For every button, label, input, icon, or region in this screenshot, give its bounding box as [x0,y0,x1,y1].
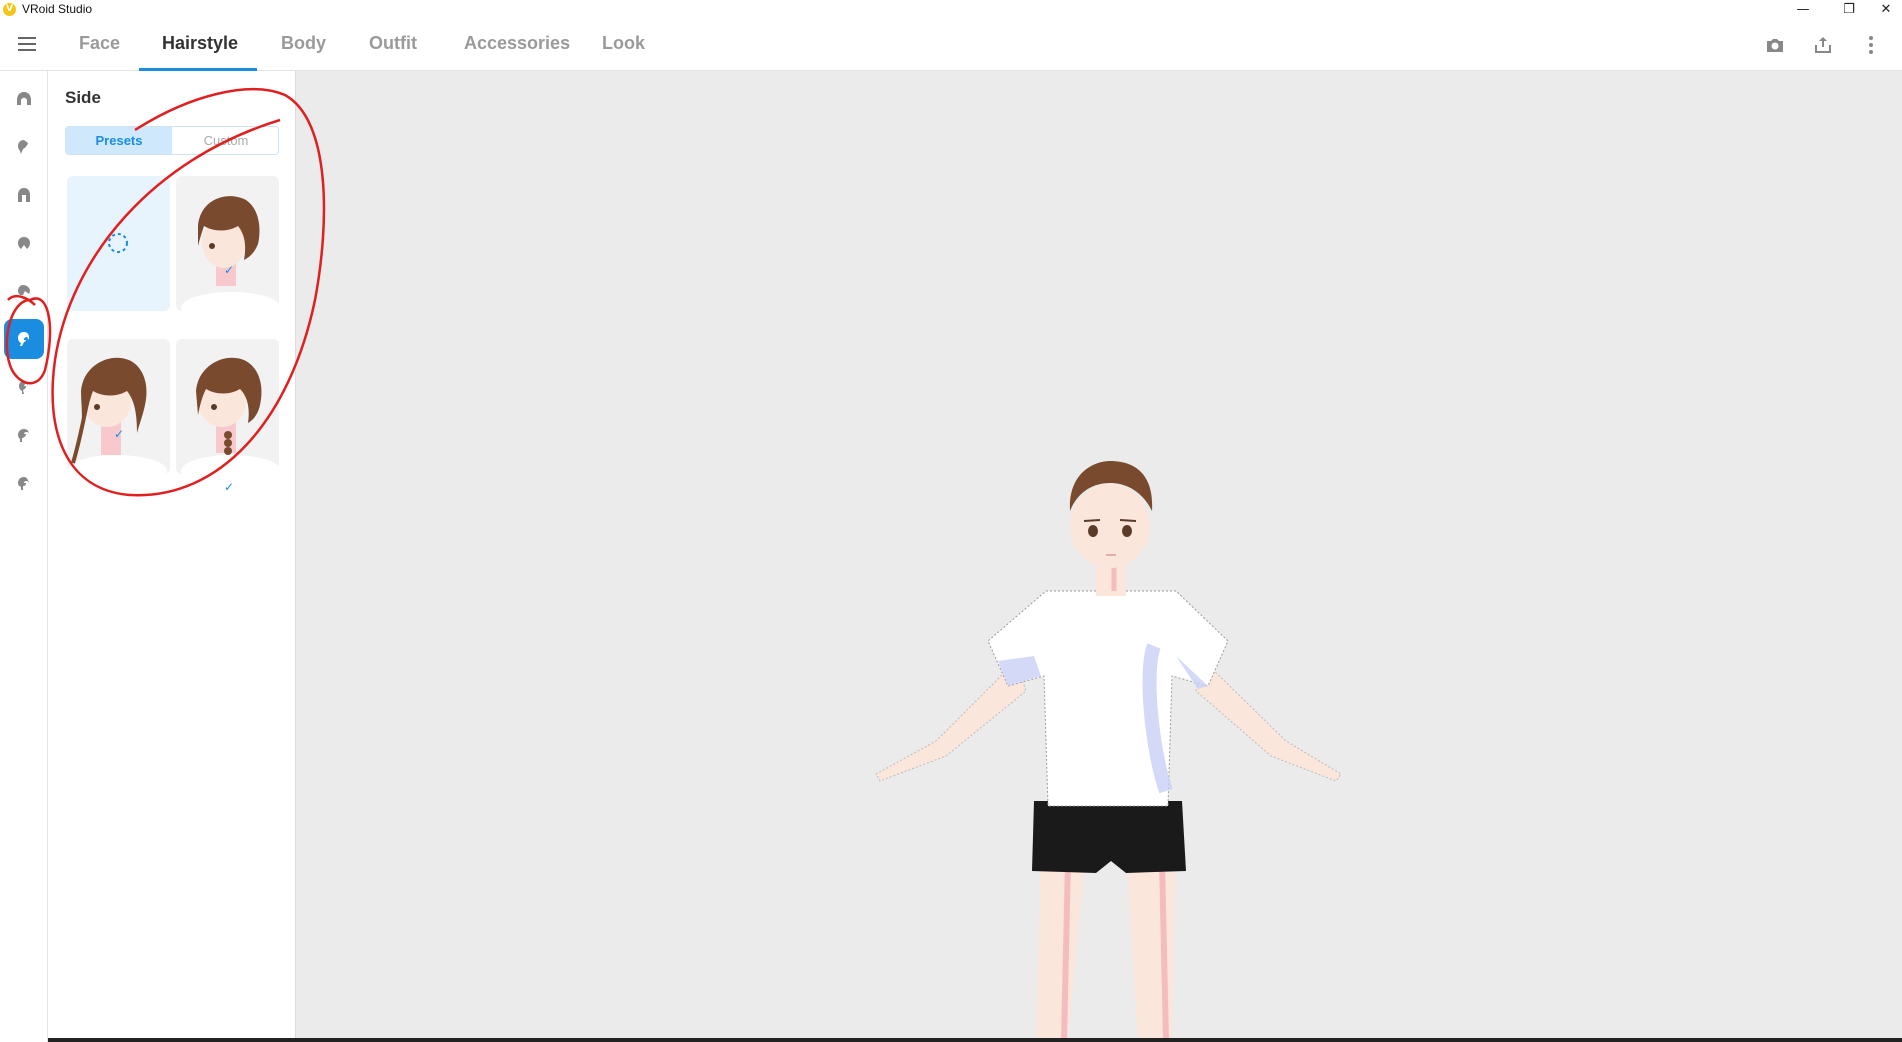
hair-bun-icon [18,429,29,442]
no-selection-icon [108,233,128,253]
preset-braid[interactable] [176,339,279,474]
hair-part-rail [0,71,48,1042]
status-strip [48,1038,1902,1042]
tab-look[interactable]: Look [602,20,645,70]
hair-preset-thumbnail [181,357,279,474]
restore-button[interactable]: ❐ [1826,0,1872,20]
more-vert-icon[interactable] [1859,33,1883,57]
rail-item-bangs[interactable] [4,127,44,167]
preset-selected-check-icon: ✓ [114,427,125,441]
rail-item-ahoge[interactable] [4,223,44,263]
hair-preset-thumbnail [181,196,279,311]
export-icon[interactable] [1811,33,1835,57]
hair-ahoge-icon [18,237,30,249]
avatar-model [875,461,1342,1040]
top-menu-bar: Face Hairstyle Body Outfit Accessories L… [0,20,1902,71]
hair-bangs-icon [18,140,28,154]
rail-item-extra[interactable] [4,367,44,407]
panel-title: Side [65,88,101,107]
hair-back-icon [18,188,30,202]
hair-front-icon [17,92,31,105]
window-title: VRoid Studio [22,2,93,16]
rail-item-other[interactable] [4,463,44,503]
hamburger-menu-icon[interactable] [18,37,36,53]
camera-icon[interactable] [1763,33,1787,57]
hair-tail-icon [18,285,30,295]
preset-none[interactable] [67,176,170,311]
rail-item-front[interactable] [4,79,44,119]
hair-preset-thumbnail [67,357,167,474]
tab-hairstyle[interactable]: Hairstyle [162,20,238,70]
tab-face[interactable]: Face [79,20,120,70]
title-bar: V VRoid Studio — ❐ ✕ [0,0,1902,20]
rail-item-tail[interactable] [4,271,44,311]
custom-tab[interactable]: Custom [173,127,278,154]
close-button[interactable]: ✕ [1870,0,1902,20]
tab-body[interactable]: Body [281,20,326,70]
minimize-button[interactable]: — [1780,0,1826,20]
hair-other-icon [18,477,29,490]
options-panel: Side Presets Custom ✓ ✓ ✓ [48,71,296,1040]
rail-item-bun[interactable] [4,415,44,455]
rail-item-back[interactable] [4,175,44,215]
hair-extra-icon [19,381,28,394]
3d-viewport[interactable] [296,71,1902,1040]
preset-long-side-lock[interactable] [67,339,170,474]
preset-short-bob[interactable] [176,176,279,311]
preset-selected-check-icon: ✓ [224,263,235,277]
preset-selected-check-icon: ✓ [224,480,235,494]
presets-custom-toggle: Presets Custom [65,126,279,155]
vroid-logo-icon: V [3,3,16,16]
tab-accessories[interactable]: Accessories [464,20,570,70]
hair-side-icon [18,332,29,346]
presets-tab[interactable]: Presets [66,127,172,154]
tab-outfit[interactable]: Outfit [369,20,417,70]
rail-item-side[interactable] [4,319,44,359]
